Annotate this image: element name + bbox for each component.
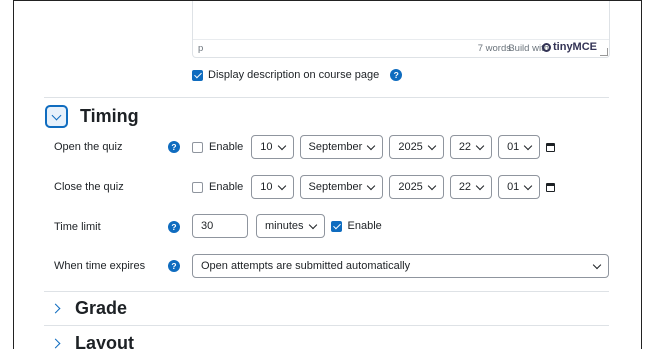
editor-word-count[interactable]: 7 words — [478, 43, 511, 54]
open-hour-value: 22 — [458, 141, 472, 153]
open-minute-value: 01 — [507, 141, 520, 153]
time-limit-label: Time limit — [54, 221, 101, 233]
time-limit-input[interactable]: 30 — [192, 214, 248, 238]
display-description-row: Display description on course page ? — [192, 69, 403, 81]
quiz-settings-form: p 7 words Build with tinyMCE Display des… — [13, 0, 642, 349]
timing-section-title[interactable]: Timing — [80, 106, 139, 127]
help-icon[interactable]: ? — [168, 141, 180, 153]
when-expires-label: When time expires — [54, 260, 146, 272]
timing-section-header[interactable]: Timing — [45, 105, 139, 128]
layout-section-title[interactable]: Layout — [75, 333, 134, 349]
editor-statusbar: p 7 words Build with tinyMCE — [193, 39, 609, 57]
close-hour-select[interactable]: 22 — [449, 175, 493, 199]
chevron-down-icon — [524, 141, 533, 150]
chevron-down-icon — [427, 181, 437, 190]
help-icon[interactable]: ? — [390, 69, 403, 81]
divider — [44, 325, 609, 326]
when-expires-value: Open attempts are submitted automaticall… — [201, 260, 411, 272]
close-enable-checkbox[interactable] — [192, 181, 203, 193]
open-minute-select[interactable]: 01 — [498, 135, 541, 159]
close-day-select[interactable]: 10 — [251, 175, 294, 199]
close-month-select[interactable]: September — [299, 175, 384, 199]
chevron-right-icon[interactable] — [50, 303, 61, 314]
close-hour-value: 22 — [458, 181, 472, 193]
tinymce-logo-icon — [542, 42, 551, 52]
time-limit-row: 30 minutes Enable — [192, 214, 382, 238]
tinymce-logo[interactable]: tinyMCE — [542, 41, 597, 53]
chevron-down-icon — [277, 181, 286, 190]
when-expires-select[interactable]: Open attempts are submitted automaticall… — [192, 254, 609, 278]
timing-collapse-toggle[interactable] — [45, 105, 68, 128]
time-limit-unit-select[interactable]: minutes — [256, 214, 325, 238]
close-day-value: 10 — [260, 181, 273, 193]
chevron-down-icon — [308, 220, 317, 229]
display-description-checkbox[interactable] — [192, 69, 203, 81]
time-limit-enable-label[interactable]: Enable — [348, 220, 382, 232]
chevron-down-icon — [277, 141, 286, 150]
chevron-down-icon — [367, 181, 376, 190]
layout-section-header[interactable]: Layout — [50, 333, 134, 349]
editor-path[interactable]: p — [198, 43, 203, 54]
chevron-down-icon — [475, 141, 485, 150]
help-icon[interactable]: ? — [168, 221, 180, 233]
open-day-value: 10 — [260, 141, 273, 153]
tinymce-brand: tinyMCE — [553, 41, 597, 53]
chevron-down-icon — [427, 141, 437, 150]
chevron-down-icon — [51, 110, 62, 120]
close-year-value: 2025 — [398, 181, 423, 193]
description-editor[interactable]: p 7 words Build with tinyMCE — [192, 1, 610, 58]
time-limit-unit-value: minutes — [265, 220, 304, 232]
calendar-icon[interactable] — [546, 182, 556, 192]
help-icon[interactable]: ? — [168, 260, 180, 272]
open-year-value: 2025 — [398, 141, 423, 153]
calendar-icon[interactable] — [546, 142, 556, 152]
open-month-value: September — [308, 141, 363, 153]
grade-section-header[interactable]: Grade — [50, 298, 127, 319]
chevron-down-icon — [367, 141, 376, 150]
divider — [44, 97, 609, 98]
open-year-select[interactable]: 2025 — [389, 135, 444, 159]
open-quiz-label: Open the quiz — [54, 141, 123, 153]
close-quiz-label: Close the quiz — [54, 181, 124, 193]
open-enable-checkbox[interactable] — [192, 141, 203, 153]
close-minute-value: 01 — [507, 181, 520, 193]
close-enable-label[interactable]: Enable — [209, 181, 243, 193]
open-day-select[interactable]: 10 — [251, 135, 294, 159]
time-limit-enable-checkbox[interactable] — [330, 220, 342, 232]
chevron-down-icon — [592, 260, 602, 269]
divider — [44, 291, 609, 292]
display-description-label[interactable]: Display description on course page — [208, 69, 379, 81]
open-hour-select[interactable]: 22 — [449, 135, 493, 159]
chevron-down-icon — [524, 181, 533, 190]
resize-handle-icon[interactable] — [600, 48, 608, 56]
close-year-select[interactable]: 2025 — [389, 175, 444, 199]
chevron-down-icon — [475, 181, 485, 190]
close-month-value: September — [308, 181, 363, 193]
grade-section-title[interactable]: Grade — [75, 298, 127, 319]
chevron-right-icon[interactable] — [50, 338, 61, 349]
open-month-select[interactable]: September — [299, 135, 384, 159]
open-enable-label[interactable]: Enable — [209, 141, 243, 153]
close-minute-select[interactable]: 01 — [498, 175, 541, 199]
open-quiz-datetime: Enable 10 September 2025 22 01 — [192, 135, 556, 159]
close-quiz-datetime: Enable 10 September 2025 22 01 — [192, 175, 556, 199]
